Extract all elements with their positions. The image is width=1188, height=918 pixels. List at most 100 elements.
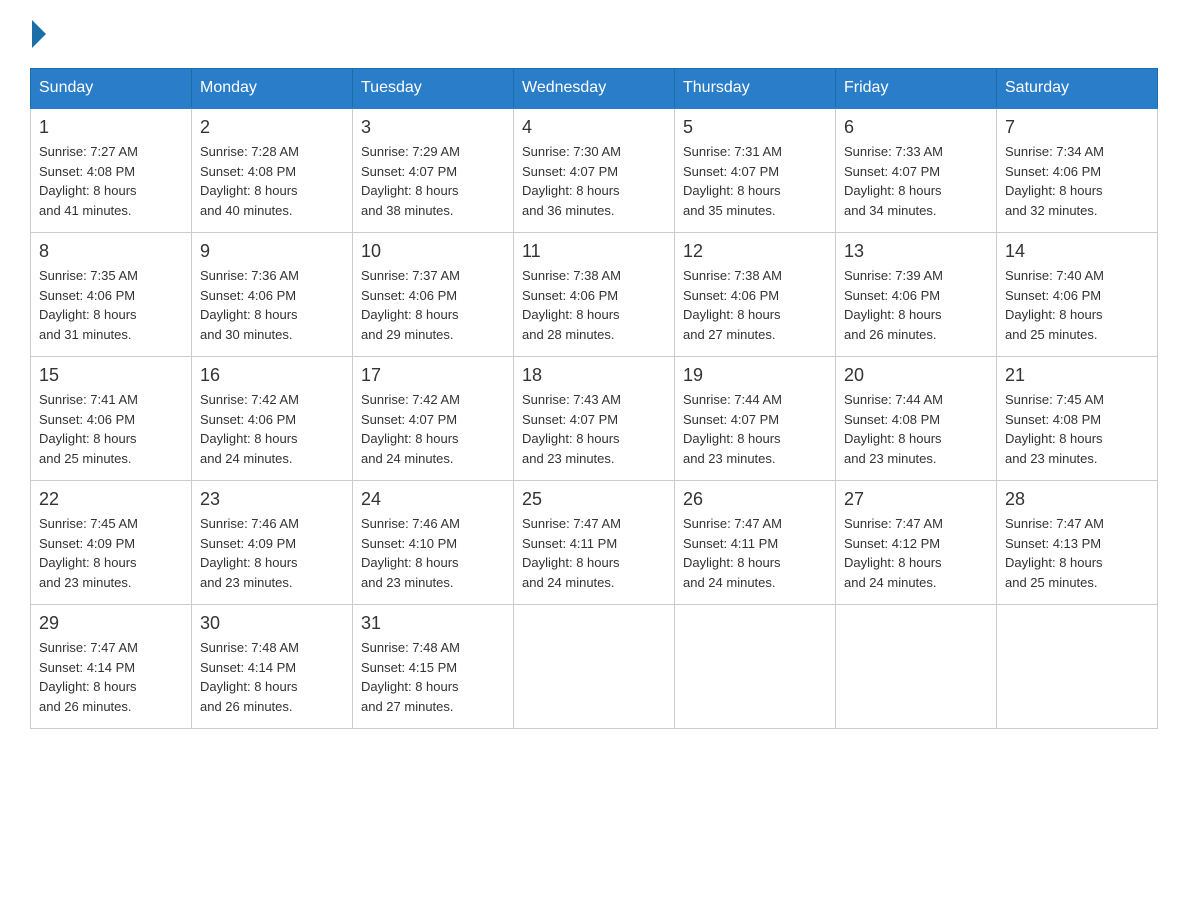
- weekday-header-friday: Friday: [836, 69, 997, 109]
- day-number: 7: [1005, 117, 1149, 138]
- day-info: Sunrise: 7:47 AM Sunset: 4:11 PM Dayligh…: [683, 514, 827, 592]
- calendar-day-cell: 23 Sunrise: 7:46 AM Sunset: 4:09 PM Dayl…: [192, 481, 353, 605]
- calendar-week-row: 29 Sunrise: 7:47 AM Sunset: 4:14 PM Dayl…: [31, 605, 1158, 729]
- day-number: 25: [522, 489, 666, 510]
- day-number: 22: [39, 489, 183, 510]
- day-number: 1: [39, 117, 183, 138]
- day-number: 26: [683, 489, 827, 510]
- day-number: 9: [200, 241, 344, 262]
- day-number: 17: [361, 365, 505, 386]
- calendar-day-cell: [514, 605, 675, 729]
- day-number: 19: [683, 365, 827, 386]
- day-info: Sunrise: 7:28 AM Sunset: 4:08 PM Dayligh…: [200, 142, 344, 220]
- day-info: Sunrise: 7:47 AM Sunset: 4:14 PM Dayligh…: [39, 638, 183, 716]
- day-number: 29: [39, 613, 183, 634]
- day-number: 28: [1005, 489, 1149, 510]
- weekday-header-wednesday: Wednesday: [514, 69, 675, 109]
- calendar-table: SundayMondayTuesdayWednesdayThursdayFrid…: [30, 68, 1158, 729]
- day-info: Sunrise: 7:34 AM Sunset: 4:06 PM Dayligh…: [1005, 142, 1149, 220]
- day-number: 13: [844, 241, 988, 262]
- day-number: 5: [683, 117, 827, 138]
- day-info: Sunrise: 7:42 AM Sunset: 4:06 PM Dayligh…: [200, 390, 344, 468]
- day-info: Sunrise: 7:36 AM Sunset: 4:06 PM Dayligh…: [200, 266, 344, 344]
- calendar-day-cell: 30 Sunrise: 7:48 AM Sunset: 4:14 PM Dayl…: [192, 605, 353, 729]
- calendar-day-cell: 1 Sunrise: 7:27 AM Sunset: 4:08 PM Dayli…: [31, 108, 192, 233]
- calendar-day-cell: 11 Sunrise: 7:38 AM Sunset: 4:06 PM Dayl…: [514, 233, 675, 357]
- day-info: Sunrise: 7:48 AM Sunset: 4:14 PM Dayligh…: [200, 638, 344, 716]
- day-number: 27: [844, 489, 988, 510]
- day-info: Sunrise: 7:29 AM Sunset: 4:07 PM Dayligh…: [361, 142, 505, 220]
- calendar-day-cell: 8 Sunrise: 7:35 AM Sunset: 4:06 PM Dayli…: [31, 233, 192, 357]
- calendar-week-row: 15 Sunrise: 7:41 AM Sunset: 4:06 PM Dayl…: [31, 357, 1158, 481]
- calendar-week-row: 22 Sunrise: 7:45 AM Sunset: 4:09 PM Dayl…: [31, 481, 1158, 605]
- day-number: 4: [522, 117, 666, 138]
- calendar-day-cell: 25 Sunrise: 7:47 AM Sunset: 4:11 PM Dayl…: [514, 481, 675, 605]
- day-info: Sunrise: 7:46 AM Sunset: 4:09 PM Dayligh…: [200, 514, 344, 592]
- weekday-header-tuesday: Tuesday: [353, 69, 514, 109]
- logo-triangle-icon: [32, 20, 46, 48]
- day-info: Sunrise: 7:35 AM Sunset: 4:06 PM Dayligh…: [39, 266, 183, 344]
- weekday-header-sunday: Sunday: [31, 69, 192, 109]
- weekday-header-thursday: Thursday: [675, 69, 836, 109]
- day-info: Sunrise: 7:27 AM Sunset: 4:08 PM Dayligh…: [39, 142, 183, 220]
- calendar-day-cell: 16 Sunrise: 7:42 AM Sunset: 4:06 PM Dayl…: [192, 357, 353, 481]
- day-number: 6: [844, 117, 988, 138]
- day-info: Sunrise: 7:44 AM Sunset: 4:07 PM Dayligh…: [683, 390, 827, 468]
- day-number: 24: [361, 489, 505, 510]
- calendar-day-cell: 28 Sunrise: 7:47 AM Sunset: 4:13 PM Dayl…: [997, 481, 1158, 605]
- calendar-day-cell: 21 Sunrise: 7:45 AM Sunset: 4:08 PM Dayl…: [997, 357, 1158, 481]
- day-number: 21: [1005, 365, 1149, 386]
- calendar-day-cell: [675, 605, 836, 729]
- day-info: Sunrise: 7:38 AM Sunset: 4:06 PM Dayligh…: [522, 266, 666, 344]
- day-number: 10: [361, 241, 505, 262]
- day-number: 12: [683, 241, 827, 262]
- calendar-day-cell: 31 Sunrise: 7:48 AM Sunset: 4:15 PM Dayl…: [353, 605, 514, 729]
- day-info: Sunrise: 7:40 AM Sunset: 4:06 PM Dayligh…: [1005, 266, 1149, 344]
- day-number: 15: [39, 365, 183, 386]
- weekday-header-row: SundayMondayTuesdayWednesdayThursdayFrid…: [31, 69, 1158, 109]
- calendar-day-cell: 9 Sunrise: 7:36 AM Sunset: 4:06 PM Dayli…: [192, 233, 353, 357]
- calendar-day-cell: 4 Sunrise: 7:30 AM Sunset: 4:07 PM Dayli…: [514, 108, 675, 233]
- calendar-week-row: 8 Sunrise: 7:35 AM Sunset: 4:06 PM Dayli…: [31, 233, 1158, 357]
- calendar-day-cell: 22 Sunrise: 7:45 AM Sunset: 4:09 PM Dayl…: [31, 481, 192, 605]
- day-info: Sunrise: 7:38 AM Sunset: 4:06 PM Dayligh…: [683, 266, 827, 344]
- day-info: Sunrise: 7:30 AM Sunset: 4:07 PM Dayligh…: [522, 142, 666, 220]
- calendar-day-cell: 10 Sunrise: 7:37 AM Sunset: 4:06 PM Dayl…: [353, 233, 514, 357]
- day-info: Sunrise: 7:45 AM Sunset: 4:09 PM Dayligh…: [39, 514, 183, 592]
- calendar-day-cell: 6 Sunrise: 7:33 AM Sunset: 4:07 PM Dayli…: [836, 108, 997, 233]
- calendar-day-cell: [836, 605, 997, 729]
- calendar-day-cell: 17 Sunrise: 7:42 AM Sunset: 4:07 PM Dayl…: [353, 357, 514, 481]
- calendar-day-cell: 26 Sunrise: 7:47 AM Sunset: 4:11 PM Dayl…: [675, 481, 836, 605]
- calendar-day-cell: 20 Sunrise: 7:44 AM Sunset: 4:08 PM Dayl…: [836, 357, 997, 481]
- calendar-day-cell: 29 Sunrise: 7:47 AM Sunset: 4:14 PM Dayl…: [31, 605, 192, 729]
- day-number: 30: [200, 613, 344, 634]
- day-number: 31: [361, 613, 505, 634]
- calendar-day-cell: 19 Sunrise: 7:44 AM Sunset: 4:07 PM Dayl…: [675, 357, 836, 481]
- calendar-day-cell: 13 Sunrise: 7:39 AM Sunset: 4:06 PM Dayl…: [836, 233, 997, 357]
- day-info: Sunrise: 7:41 AM Sunset: 4:06 PM Dayligh…: [39, 390, 183, 468]
- calendar-day-cell: 3 Sunrise: 7:29 AM Sunset: 4:07 PM Dayli…: [353, 108, 514, 233]
- day-info: Sunrise: 7:47 AM Sunset: 4:11 PM Dayligh…: [522, 514, 666, 592]
- calendar-day-cell: 24 Sunrise: 7:46 AM Sunset: 4:10 PM Dayl…: [353, 481, 514, 605]
- day-info: Sunrise: 7:44 AM Sunset: 4:08 PM Dayligh…: [844, 390, 988, 468]
- day-info: Sunrise: 7:48 AM Sunset: 4:15 PM Dayligh…: [361, 638, 505, 716]
- day-info: Sunrise: 7:37 AM Sunset: 4:06 PM Dayligh…: [361, 266, 505, 344]
- day-info: Sunrise: 7:45 AM Sunset: 4:08 PM Dayligh…: [1005, 390, 1149, 468]
- day-info: Sunrise: 7:39 AM Sunset: 4:06 PM Dayligh…: [844, 266, 988, 344]
- calendar-day-cell: 18 Sunrise: 7:43 AM Sunset: 4:07 PM Dayl…: [514, 357, 675, 481]
- day-number: 11: [522, 241, 666, 262]
- logo: [30, 20, 48, 48]
- day-number: 3: [361, 117, 505, 138]
- day-number: 18: [522, 365, 666, 386]
- day-info: Sunrise: 7:43 AM Sunset: 4:07 PM Dayligh…: [522, 390, 666, 468]
- day-number: 8: [39, 241, 183, 262]
- day-info: Sunrise: 7:33 AM Sunset: 4:07 PM Dayligh…: [844, 142, 988, 220]
- calendar-day-cell: 5 Sunrise: 7:31 AM Sunset: 4:07 PM Dayli…: [675, 108, 836, 233]
- page-header: [30, 20, 1158, 48]
- weekday-header-saturday: Saturday: [997, 69, 1158, 109]
- calendar-day-cell: 15 Sunrise: 7:41 AM Sunset: 4:06 PM Dayl…: [31, 357, 192, 481]
- calendar-day-cell: 2 Sunrise: 7:28 AM Sunset: 4:08 PM Dayli…: [192, 108, 353, 233]
- day-info: Sunrise: 7:46 AM Sunset: 4:10 PM Dayligh…: [361, 514, 505, 592]
- day-info: Sunrise: 7:47 AM Sunset: 4:13 PM Dayligh…: [1005, 514, 1149, 592]
- calendar-day-cell: 27 Sunrise: 7:47 AM Sunset: 4:12 PM Dayl…: [836, 481, 997, 605]
